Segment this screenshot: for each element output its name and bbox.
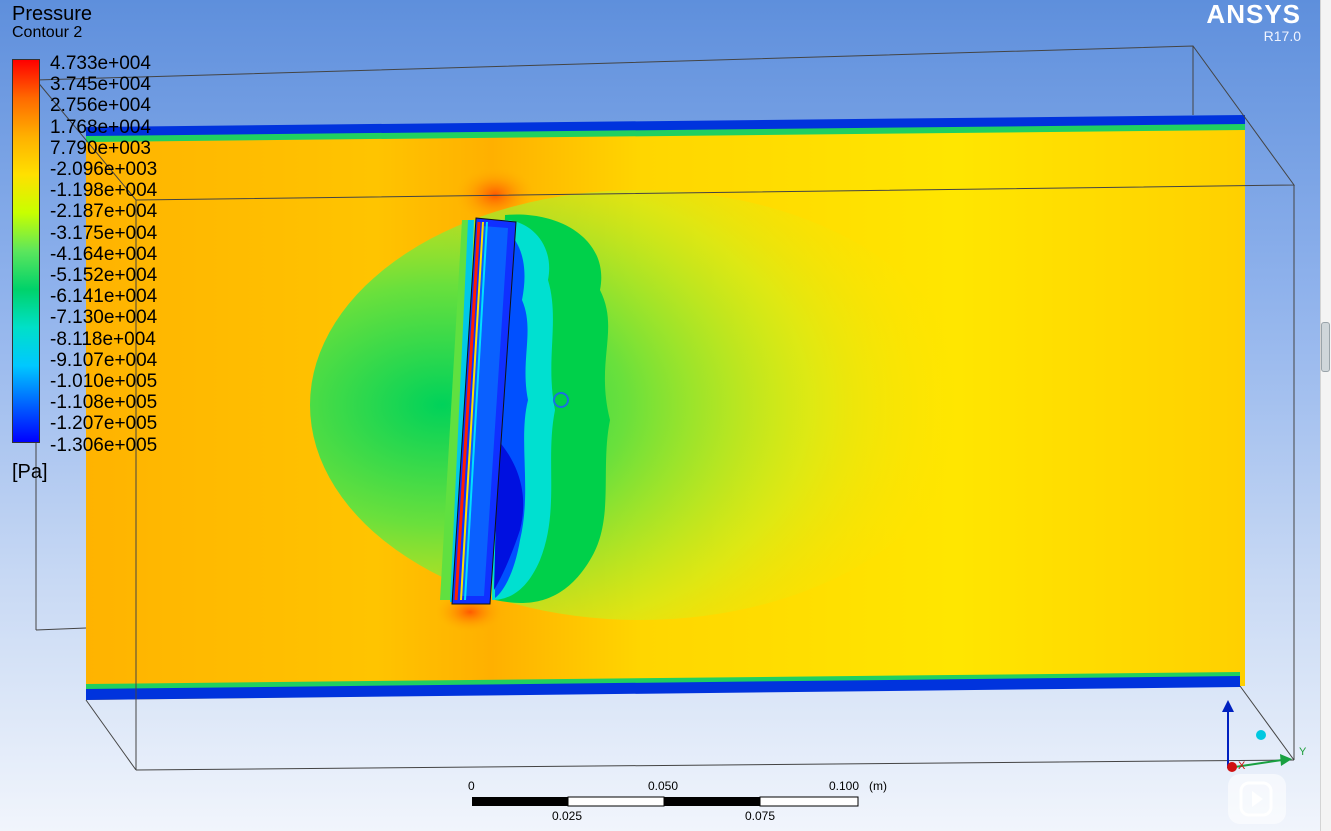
legend-value: 2.756e+004 — [50, 95, 151, 117]
scrollbar-thumb[interactable] — [1321, 322, 1330, 372]
scale-unit: (m) — [869, 779, 887, 793]
legend-value: 4.733e+004 — [50, 53, 151, 74]
legend-value: -9.107e+004 — [50, 349, 158, 371]
brand-name: ANSYS — [1206, 0, 1301, 29]
legend-value: -4.164e+004 — [50, 243, 158, 265]
brand-logo: ANSYS R17.0 — [1206, 0, 1301, 44]
legend-colorbar — [12, 59, 40, 443]
x-axis-dot — [1227, 762, 1237, 772]
legend-value: -1.108e+005 — [50, 392, 158, 414]
scale-label-0: 0 — [468, 779, 475, 793]
scale-bar — [472, 796, 859, 807]
cfd-viewport[interactable]: Pressure Contour 2 4.733e+004 3.745e+004 2… — [0, 0, 1331, 831]
legend-value: 1.768e+004 — [50, 116, 151, 138]
legend-unit: [Pa] — [12, 461, 48, 483]
legend-value: -2.096e+003 — [50, 159, 158, 180]
axis-x-label: X — [1238, 760, 1246, 772]
origin-sphere — [1256, 730, 1266, 740]
legend-value: -6.141e+004 — [50, 286, 158, 308]
wake-region — [310, 190, 970, 620]
play-icon — [1239, 781, 1273, 817]
scale-label-0075: 0.075 — [745, 809, 776, 823]
legend-value: -5.152e+004 — [50, 265, 158, 286]
pressure-contour-plot — [35, 45, 1295, 807]
scale-label-0050: 0.050 — [648, 779, 679, 793]
legend-value: -1.198e+004 — [50, 180, 158, 202]
legend-value: -1.010e+005 — [50, 371, 158, 392]
legend-subtitle: Contour 2 — [12, 24, 83, 41]
legend-value: -7.130e+004 — [50, 307, 158, 329]
legend-value: -1.207e+005 — [50, 413, 158, 435]
legend-value: -3.175e+004 — [50, 222, 158, 244]
scale-seg-1 — [472, 797, 568, 806]
legend-value: -8.118e+004 — [50, 328, 156, 350]
scale-seg-4 — [759, 796, 859, 807]
scale-seg-3 — [664, 797, 760, 806]
scale-label-0100: 0.100 — [829, 779, 860, 793]
axis-triad — [1222, 700, 1292, 772]
axis-y-label: Y — [1299, 746, 1307, 758]
vertical-scrollbar[interactable] — [1320, 0, 1331, 831]
brand-version: R17.0 — [1263, 28, 1301, 44]
z-arrow — [1222, 700, 1234, 712]
scale-label-0025: 0.025 — [552, 809, 583, 823]
legend-value: 3.745e+004 — [50, 74, 151, 96]
legend-value: -2.187e+004 — [50, 201, 158, 223]
legend-value: -1.306e+005 — [50, 434, 158, 456]
scale-seg-2 — [567, 796, 665, 807]
legend-title: Pressure — [12, 3, 93, 25]
legend-value: 7.790e+003 — [50, 137, 151, 159]
y-arrow — [1280, 754, 1292, 766]
play-button[interactable] — [1228, 774, 1286, 824]
